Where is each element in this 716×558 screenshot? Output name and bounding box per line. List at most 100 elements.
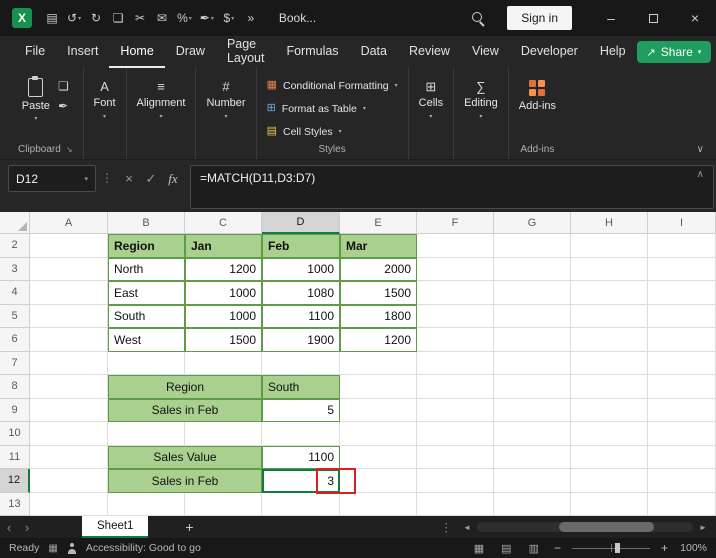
cell-b10[interactable] <box>108 422 185 446</box>
sign-in-button[interactable]: Sign in <box>507 6 572 30</box>
row-header-6[interactable]: 6 <box>0 328 30 352</box>
cell-d2[interactable]: Feb <box>262 234 340 258</box>
cell-f10[interactable] <box>417 422 494 446</box>
cell-h6[interactable] <box>571 328 648 352</box>
cell-h7[interactable] <box>571 352 648 376</box>
cell-f11[interactable] <box>417 446 494 470</box>
cell-h10[interactable] <box>571 422 648 446</box>
row-header-11[interactable]: 11 <box>0 446 30 470</box>
accessibility-status[interactable]: Accessibility: Good to go <box>86 542 201 554</box>
row-header-13[interactable]: 13 <box>0 493 30 517</box>
tab-help[interactable]: Help <box>589 36 637 68</box>
cell-i2[interactable] <box>648 234 716 258</box>
normal-view-icon[interactable]: ▦ <box>470 542 488 555</box>
tab-formulas[interactable]: Formulas <box>275 36 349 68</box>
macro-record-icon[interactable]: ▦ <box>48 543 57 554</box>
column-header-a[interactable]: A <box>30 212 108 234</box>
cell-b6[interactable]: West <box>108 328 185 352</box>
cell-a4[interactable] <box>30 281 108 305</box>
page-layout-view-icon[interactable]: ▤ <box>497 542 515 555</box>
column-header-h[interactable]: H <box>571 212 648 234</box>
cell-g5[interactable] <box>494 305 571 329</box>
cell-a5[interactable] <box>30 305 108 329</box>
cell-a9[interactable] <box>30 399 108 423</box>
cell-e7[interactable] <box>340 352 417 376</box>
cell-e8[interactable] <box>340 375 417 399</box>
cell-c10[interactable] <box>185 422 262 446</box>
cell-h5[interactable] <box>571 305 648 329</box>
cell-d13[interactable] <box>262 493 340 517</box>
cell-b2[interactable]: Region <box>108 234 185 258</box>
cell-f8[interactable] <box>417 375 494 399</box>
cell-c4[interactable]: 1000 <box>185 281 262 305</box>
zoom-level[interactable]: 100% <box>679 542 707 554</box>
cell-d6[interactable]: 1900 <box>262 328 340 352</box>
cell-b4[interactable]: East <box>108 281 185 305</box>
cell-b13[interactable] <box>108 493 185 517</box>
copy-icon[interactable]: ❏ <box>108 9 128 27</box>
share-button[interactable]: ↗ Share ▾ <box>637 41 712 63</box>
cell-g7[interactable] <box>494 352 571 376</box>
cell-i3[interactable] <box>648 258 716 282</box>
cell-g4[interactable] <box>494 281 571 305</box>
cell-f12[interactable] <box>417 469 494 493</box>
percent-style-icon[interactable]: %▾ <box>174 9 195 27</box>
cell-a10[interactable] <box>30 422 108 446</box>
scroll-right-icon[interactable]: ► <box>696 523 710 532</box>
cell-c13[interactable] <box>185 493 262 517</box>
cell-styles-button[interactable]: ▤Cell Styles▾ <box>267 121 398 142</box>
format-as-table-button[interactable]: ⊞Format as Table▾ <box>267 98 398 119</box>
alignment-button[interactable]: ≡Alignment▾ <box>137 80 186 120</box>
cells-button[interactable]: ⊞Cells▾ <box>419 80 443 120</box>
insert-function-icon[interactable]: fx <box>162 165 184 192</box>
currency-style-icon[interactable]: $▾ <box>219 9 239 27</box>
row-header-7[interactable]: 7 <box>0 352 30 376</box>
column-header-c[interactable]: C <box>185 212 262 234</box>
horizontal-scrollbar[interactable] <box>477 522 693 532</box>
zoom-slider[interactable] <box>572 543 650 553</box>
cell-b3[interactable]: North <box>108 258 185 282</box>
tab-file[interactable]: File <box>14 36 56 68</box>
close-button[interactable]: × <box>674 0 716 36</box>
select-all-corner[interactable] <box>0 212 30 234</box>
cell-d3[interactable]: 1000 <box>262 258 340 282</box>
paste-button[interactable]: Paste ▾ <box>22 78 50 122</box>
minimize-button[interactable]: – <box>590 0 632 36</box>
new-sheet-button[interactable]: + <box>176 516 202 538</box>
zoom-in-icon[interactable]: + <box>659 541 670 555</box>
cell-g3[interactable] <box>494 258 571 282</box>
toolbar-overflow-icon[interactable]: » <box>241 9 261 27</box>
cell-g2[interactable] <box>494 234 571 258</box>
cell-h11[interactable] <box>571 446 648 470</box>
scrollbar-thumb[interactable] <box>559 522 654 532</box>
font-button[interactable]: AFont▾ <box>94 80 116 120</box>
cell-h2[interactable] <box>571 234 648 258</box>
zoom-out-icon[interactable]: − <box>552 541 563 555</box>
cell-a3[interactable] <box>30 258 108 282</box>
mail-icon[interactable]: ✉ <box>152 9 172 27</box>
cell-d12[interactable]: 3 <box>262 469 340 493</box>
cell-d5[interactable]: 1100 <box>262 305 340 329</box>
tab-data[interactable]: Data <box>350 36 398 68</box>
row-header-2[interactable]: 2 <box>0 234 30 258</box>
search-button[interactable] <box>463 11 493 25</box>
sheet-nav-right-icon[interactable]: › <box>18 516 36 538</box>
zoom-slider-thumb[interactable] <box>615 543 620 553</box>
cell-h9[interactable] <box>571 399 648 423</box>
cell-f6[interactable] <box>417 328 494 352</box>
cell-e4[interactable]: 1500 <box>340 281 417 305</box>
cell-d8[interactable]: South <box>262 375 340 399</box>
cell-h3[interactable] <box>571 258 648 282</box>
redo-icon[interactable]: ↻ <box>86 9 106 27</box>
cell-a2[interactable] <box>30 234 108 258</box>
cell-i6[interactable] <box>648 328 716 352</box>
row-header-8[interactable]: 8 <box>0 375 30 399</box>
cell-g9[interactable] <box>494 399 571 423</box>
cell-h4[interactable] <box>571 281 648 305</box>
cell-f7[interactable] <box>417 352 494 376</box>
cell-d7[interactable] <box>262 352 340 376</box>
cancel-icon[interactable]: × <box>118 165 140 192</box>
save-icon[interactable]: ▤ <box>42 9 62 27</box>
column-header-g[interactable]: G <box>494 212 571 234</box>
cell-g12[interactable] <box>494 469 571 493</box>
